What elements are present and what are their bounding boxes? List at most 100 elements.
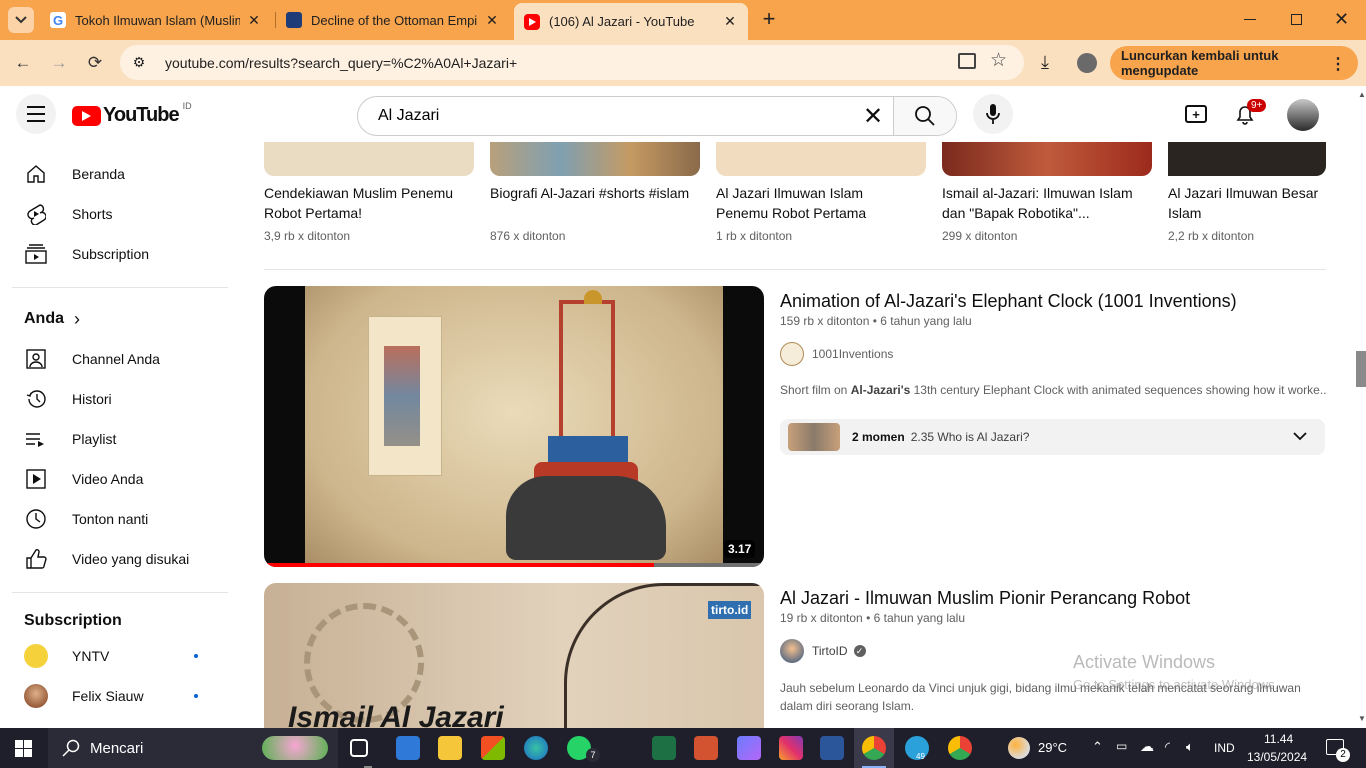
clock-date[interactable]: 13/05/2024 [1247,750,1307,764]
copilot-icon[interactable] [737,736,761,760]
tab-search-button[interactable] [8,7,34,33]
video-thumbnail[interactable]: tirto.id Ismail Al Jazari [264,583,764,728]
sidebar-item-tonton-nanti[interactable]: Tonton nanti [12,499,228,539]
short-thumbnail[interactable] [716,142,926,176]
chevron-down-icon[interactable] [1293,432,1307,441]
instagram-icon[interactable] [779,736,803,760]
site-settings-icon[interactable]: ⚙ [128,54,150,71]
sidebar-item-playlist[interactable]: Playlist [12,419,228,459]
channel-avatar [780,342,804,366]
voice-search-button[interactable] [973,94,1013,134]
sidebar-item-video-disukai[interactable]: Video yang disukai [12,539,228,579]
short-title[interactable]: Cendekiawan Muslim Penemu Robot Pertama! [264,183,474,223]
sidebar-item-beranda[interactable]: Beranda [12,154,228,194]
account-avatar[interactable] [1287,99,1319,131]
taskbar-search[interactable]: Mencari [48,728,338,768]
create-video-button[interactable]: + [1185,105,1207,123]
close-tab-icon[interactable]: ✕ [484,12,500,29]
back-icon[interactable]: ← [10,50,36,76]
sidebar-channel-ynty[interactable]: YNTV [12,636,228,676]
notifications-button[interactable]: 9+ [1234,99,1267,125]
wifi-icon[interactable]: ◜ [1165,739,1170,755]
short-title[interactable]: Biografi Al-Jazari #shorts #islam [490,183,690,203]
short-views: 2,2 rb x ditonton [1168,229,1255,243]
close-tab-icon[interactable]: ✕ [722,13,738,30]
mail-icon[interactable] [396,736,420,760]
clock-time[interactable]: 11.44 [1264,732,1293,746]
video-title[interactable]: Al Jazari - Ilmuwan Muslim Pionir Peranc… [780,586,1190,610]
search-input[interactable] [358,97,853,135]
lotus-icon [262,736,328,760]
short-thumbnail[interactable] [264,142,474,176]
close-tab-icon[interactable]: ✕ [246,12,262,29]
short-thumbnail[interactable] [1168,142,1326,176]
channel-avatar [24,684,48,708]
short-title[interactable]: Al Jazari Ilmuwan Besar Islam [1168,183,1326,223]
sidebar-section-anda[interactable]: Anda › [12,299,228,339]
chevron-right-icon: › [74,308,80,329]
forward-icon[interactable]: → [46,50,72,76]
short-thumbnail[interactable] [942,142,1152,176]
weather-icon[interactable] [1008,737,1030,759]
channel-link[interactable]: 1001Inventions [780,342,893,366]
short-title[interactable]: Ismail al-Jazari: Ilmuwan Islam dan "Bap… [942,183,1142,223]
scrollbar-thumb[interactable] [1356,351,1366,387]
microsoft-store-icon[interactable] [481,736,505,760]
restore-icon[interactable] [1291,14,1302,25]
sidebar-item-subscription[interactable]: Subscription [12,234,228,274]
new-tab-button[interactable]: + [758,8,780,32]
search-button[interactable] [893,97,956,135]
short-thumbnail[interactable] [490,142,700,176]
file-explorer-icon[interactable] [438,736,462,760]
windows-start-icon[interactable] [15,740,32,757]
word-icon[interactable] [820,736,844,760]
sidebar-item-shorts[interactable]: Shorts [12,194,228,234]
home-icon [24,162,48,186]
onedrive-icon[interactable]: ☁ [1140,738,1154,755]
edge-icon[interactable] [524,736,548,760]
profile-avatar[interactable] [1077,53,1097,73]
task-view-icon[interactable] [350,739,368,757]
install-app-icon[interactable] [958,53,976,69]
volume-icon[interactable]: 🔈︎ [1186,739,1194,755]
reload-icon[interactable]: ⟳ [82,50,108,76]
search-box: ✕ [357,96,957,136]
page-scrollbar[interactable]: ▲ ▼ [1356,86,1366,728]
short-views: 299 x ditonton [942,229,1018,243]
sidebar-item-video-anda[interactable]: Video Anda [12,459,228,499]
minimize-icon[interactable] [1244,19,1256,20]
temperature: 29°C [1038,740,1068,755]
browser-tab[interactable]: G Tokoh Ilmuwan Islam (Muslim) ✕ [40,4,272,36]
address-bar[interactable]: ⚙ youtube.com/results?search_query=%C2%A… [120,45,1024,80]
clear-search-icon[interactable]: ✕ [853,102,893,131]
history-icon [24,387,48,411]
chrome-icon[interactable] [862,736,886,760]
sidebar-channel-felix-siauw[interactable]: Felix Siauw [12,676,228,716]
chrome-profile-icon[interactable] [948,736,972,760]
downloads-icon[interactable]: ⤓ [1041,52,1049,73]
chevron-up-icon[interactable]: ⌃ [1092,739,1103,755]
key-moments-panel[interactable]: 2 momen 2.35 Who is Al Jazari? [780,419,1325,455]
video-thumbnail[interactable]: 3.17 [264,286,764,567]
sidebar-item-channel-anda[interactable]: Channel Anda [12,339,228,379]
browser-tab-active[interactable]: (106) Al Jazari - YouTube ✕ [514,3,748,40]
input-language[interactable]: IND [1214,741,1235,755]
menu-button[interactable] [16,94,56,134]
relaunch-update-button[interactable]: Luncurkan kembali untuk mengupdate ⋮ [1110,46,1358,80]
sidebar-item-histori[interactable]: Histori [12,379,228,419]
shorts-icon [24,202,48,226]
duration-badge: 3.17 [724,540,756,558]
browser-tab[interactable]: Decline of the Ottoman Empire ✕ [276,4,510,36]
youtube-logo-icon [72,105,101,126]
meet-now-icon[interactable]: ▭ [1116,739,1127,753]
excel-icon[interactable] [652,736,676,760]
powerpoint-icon[interactable] [694,736,718,760]
close-window-icon[interactable]: ✕ [1334,9,1349,30]
video-title[interactable]: Animation of Al-Jazari's Elephant Clock … [780,289,1237,313]
youtube-logo[interactable]: YouTube ID [72,101,192,127]
channel-link[interactable]: TirtoID ✓ [780,639,866,663]
short-title[interactable]: Al Jazari Ilmuwan Islam Penemu Robot Per… [716,183,916,223]
more-vert-icon[interactable]: ⋮ [1330,54,1346,74]
chevron-down-icon [15,16,27,24]
bookmark-star-icon[interactable]: ☆ [990,49,1007,72]
